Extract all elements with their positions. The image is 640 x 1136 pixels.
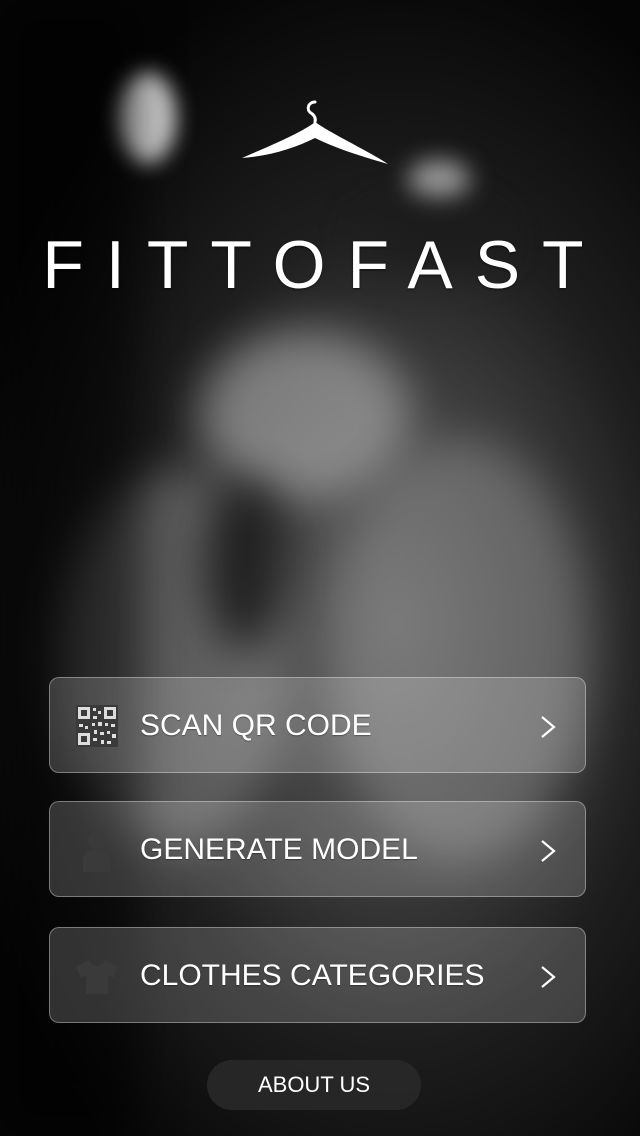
chevron-right-icon	[541, 966, 556, 988]
scan-qr-code-button[interactable]: SCAN QR CODE	[49, 677, 586, 773]
chevron-right-icon	[541, 840, 556, 862]
qr-code-icon	[76, 705, 118, 747]
app-title: FITTOFAST	[42, 227, 606, 303]
clothes-categories-button[interactable]: CLOTHES CATEGORIES	[49, 927, 586, 1023]
tshirt-icon	[76, 960, 118, 994]
scan-qr-code-label: SCAN QR CODE	[140, 709, 372, 742]
generate-model-button[interactable]: GENERATE MODEL	[49, 801, 586, 897]
clothes-categories-label: CLOTHES CATEGORIES	[140, 959, 485, 992]
app-screen: FITTOFAST SCAN QR CODE GENERATE MODEL CL…	[0, 0, 640, 1136]
hanger-icon	[242, 100, 388, 164]
generate-model-label: GENERATE MODEL	[140, 833, 418, 866]
chevron-right-icon	[541, 716, 556, 738]
person-icon	[83, 831, 111, 872]
about-us-button[interactable]: ABOUT US	[207, 1060, 421, 1110]
